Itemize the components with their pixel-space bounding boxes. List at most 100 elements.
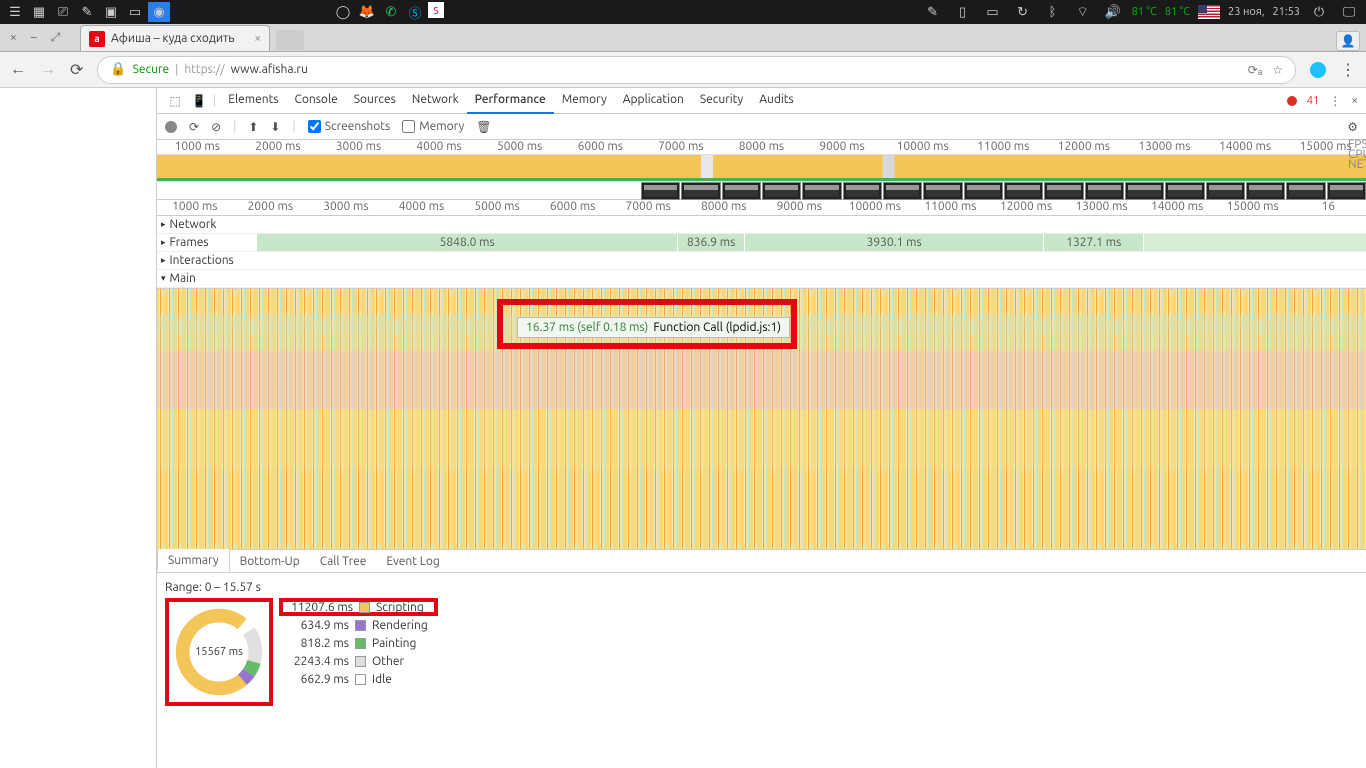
- new-tab-button[interactable]: [276, 30, 304, 50]
- ruler-tick: 6000 ms: [560, 140, 641, 154]
- translate-icon[interactable]: ⟳ₐ: [1248, 63, 1263, 77]
- save-profile-icon[interactable]: ⬇: [270, 120, 280, 134]
- sync-icon[interactable]: ↻: [1012, 2, 1034, 22]
- firefox-icon[interactable]: 🦊: [356, 2, 378, 22]
- menu-icon[interactable]: ⋮: [1340, 60, 1356, 79]
- summary-tab-call-tree[interactable]: Call Tree: [310, 550, 377, 572]
- forward-button[interactable]: →: [40, 60, 56, 79]
- filmstrip-frame[interactable]: [1246, 182, 1285, 200]
- filmstrip-frame[interactable]: [722, 182, 761, 200]
- filmstrip-frame[interactable]: [923, 182, 962, 200]
- editor-icon[interactable]: ✎: [76, 2, 98, 22]
- battery-icon[interactable]: ▯: [952, 2, 974, 22]
- window-maximize-icon[interactable]: ⤢: [51, 31, 61, 45]
- omnibox[interactable]: 🔒 Secure | https://www.afisha.ru ⟳ₐ ☆: [97, 56, 1296, 84]
- ruler-tick: 12000 ms: [1044, 140, 1125, 154]
- main-track[interactable]: Main: [157, 270, 1366, 288]
- filmstrip-frame[interactable]: [1206, 182, 1245, 200]
- back-button[interactable]: ←: [10, 60, 26, 79]
- filmstrip-frame[interactable]: [1327, 182, 1366, 200]
- devtools-tab-application[interactable]: Application: [615, 88, 692, 114]
- devtools-tab-elements[interactable]: Elements: [220, 88, 286, 114]
- devtools-tab-console[interactable]: Console: [287, 88, 346, 114]
- load-profile-icon[interactable]: ⬆: [248, 120, 258, 134]
- devtools-tab-performance[interactable]: Performance: [467, 88, 554, 114]
- filmstrip-frame[interactable]: [1165, 182, 1204, 200]
- summary-tab-summary[interactable]: Summary: [157, 549, 230, 571]
- chrome-task-icon[interactable]: ◉: [148, 2, 170, 22]
- terminal-icon[interactable]: ▣: [100, 2, 122, 22]
- inspect-element-icon[interactable]: ⬚: [165, 94, 185, 108]
- filmstrip-frame[interactable]: [681, 182, 720, 200]
- summary-tab-bottom-up[interactable]: Bottom-Up: [230, 550, 310, 572]
- clear-button[interactable]: ⊘: [211, 120, 221, 134]
- reload-record-button[interactable]: ⟳: [189, 120, 199, 134]
- devtools-close-icon[interactable]: ×: [1351, 94, 1358, 107]
- filmstrip-frame[interactable]: [762, 182, 801, 200]
- frame-duration: 3930.1 ms: [867, 236, 922, 249]
- legend-swatch-icon: [355, 620, 366, 631]
- profile-button[interactable]: 👤: [1336, 31, 1360, 51]
- record-button[interactable]: [165, 121, 177, 133]
- devtools-tab-audits[interactable]: Audits: [751, 88, 802, 114]
- filmstrip-frame[interactable]: [1044, 182, 1083, 200]
- whatsapp-icon[interactable]: ✆: [380, 2, 402, 22]
- frames-track[interactable]: Frames 5848.0 ms 836.9 ms 3930.1 ms 1327…: [157, 234, 1366, 252]
- legend-ms: 818.2 ms: [279, 637, 349, 650]
- filmstrip-frame[interactable]: [802, 182, 841, 200]
- edit-icon[interactable]: ✎: [922, 2, 944, 22]
- chrome-icon[interactable]: ◯: [332, 2, 354, 22]
- filmstrip-frame[interactable]: [1085, 182, 1124, 200]
- display-icon[interactable]: ▭: [982, 2, 1004, 22]
- filmstrip-frame[interactable]: [1004, 182, 1043, 200]
- filmstrip-frame[interactable]: [641, 182, 680, 200]
- skype-icon[interactable]: Ⓢ: [404, 2, 426, 22]
- summary-tab-event-log[interactable]: Event Log: [376, 550, 449, 572]
- devtools-tab-security[interactable]: Security: [692, 88, 751, 114]
- ruler-tick: 11000 ms: [963, 140, 1044, 154]
- app-launcher-icon[interactable]: ☰: [4, 2, 26, 22]
- slack-icon[interactable]: s: [428, 2, 444, 18]
- settings-gear-icon[interactable]: ⚙: [1347, 120, 1358, 134]
- filmstrip-frame[interactable]: [1125, 182, 1164, 200]
- files-icon[interactable]: ▭: [124, 2, 146, 22]
- wifi-icon[interactable]: ⌔: [1072, 2, 1094, 22]
- ruler-tick: 14000 ms: [1139, 200, 1215, 215]
- memory-checkbox[interactable]: Memory: [402, 120, 464, 133]
- bookmark-star-icon[interactable]: ☆: [1272, 63, 1283, 77]
- extension-opera-icon[interactable]: [1310, 62, 1326, 78]
- devtools-tab-network[interactable]: Network: [404, 88, 467, 114]
- keyboard-flag-icon[interactable]: [1198, 5, 1220, 19]
- screenshots-checkbox[interactable]: Screenshots: [308, 120, 391, 133]
- interactions-track[interactable]: Interactions: [157, 252, 1366, 270]
- window-close-icon[interactable]: ×: [10, 31, 17, 45]
- trash-icon[interactable]: 🗑: [476, 120, 491, 134]
- window-minimize-icon[interactable]: –: [31, 31, 37, 45]
- power-icon[interactable]: ⏻: [1308, 2, 1330, 22]
- error-count[interactable]: 41: [1307, 95, 1319, 107]
- mixer-icon[interactable]: ⎚: [52, 2, 74, 22]
- reload-button[interactable]: ⟳: [70, 60, 83, 79]
- filmstrip-frame[interactable]: [964, 182, 1003, 200]
- browser-tab[interactable]: a Афиша – куда сходить ×: [80, 25, 270, 51]
- flame-chart[interactable]: 16.37 ms (self 0.18 ms) Function Call (l…: [157, 289, 1366, 549]
- monitor-icon[interactable]: 🖵: [1338, 2, 1360, 22]
- device-toggle-icon[interactable]: 📱: [189, 94, 209, 108]
- network-track[interactable]: Network: [157, 216, 1366, 234]
- frame-block: 1327.1 ms: [1044, 234, 1144, 251]
- error-indicator-icon[interactable]: [1287, 96, 1297, 106]
- overview-strip[interactable]: 1000 ms2000 ms3000 ms4000 ms5000 ms6000 …: [157, 140, 1366, 200]
- filmstrip-frame[interactable]: [843, 182, 882, 200]
- devtools-menu-icon[interactable]: ⋮: [1329, 94, 1341, 108]
- tab-close-icon[interactable]: ×: [254, 32, 261, 45]
- filmstrip-frame[interactable]: [1286, 182, 1325, 200]
- volume-icon[interactable]: 🔊: [1102, 2, 1124, 22]
- memory-input[interactable]: [402, 120, 415, 133]
- filmstrip-frame[interactable]: [883, 182, 922, 200]
- ruler-tick: 4000 ms: [399, 140, 480, 154]
- calculator-icon[interactable]: ▦: [28, 2, 50, 22]
- screenshots-input[interactable]: [308, 120, 321, 133]
- devtools-tab-sources[interactable]: Sources: [346, 88, 404, 114]
- bluetooth-icon[interactable]: ᛒ: [1042, 2, 1064, 22]
- devtools-tab-memory[interactable]: Memory: [554, 88, 615, 114]
